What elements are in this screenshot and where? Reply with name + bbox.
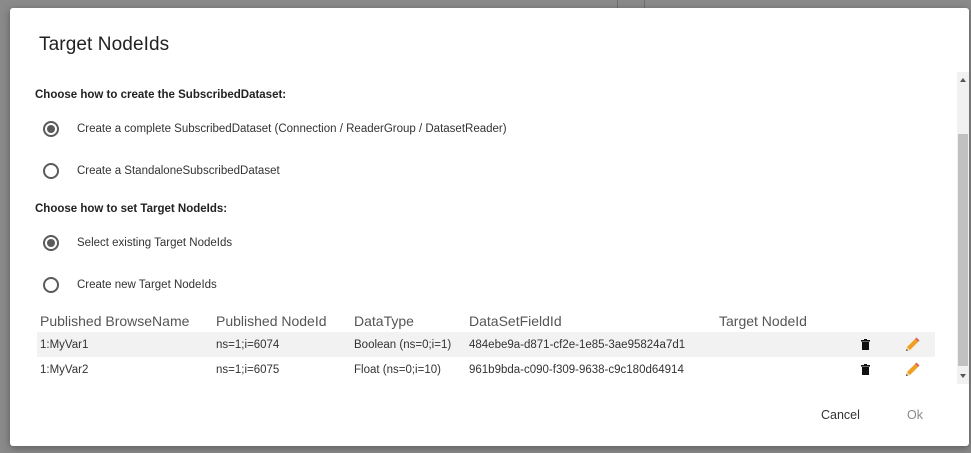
option-existing-nodeids-label: Select existing Target NodeIds <box>77 237 233 249</box>
ok-button[interactable]: Ok <box>907 408 923 422</box>
pencil-icon[interactable] <box>903 361 921 379</box>
cell-field-id: 961b9bda-c090-f309-9638-c9c180d64914 <box>469 363 684 376</box>
dialog-title: Target NodeIds <box>39 34 170 55</box>
option-complete-dataset-label: Create a complete SubscribedDataset (Con… <box>77 123 507 135</box>
cancel-button[interactable]: Cancel <box>821 408 860 422</box>
cell-node-id: ns=1;i=6075 <box>216 363 280 376</box>
create-dataset-section-label: Choose how to create the SubscribedDatas… <box>35 89 287 101</box>
cell-field-id: 484ebe9a-d871-cf2e-1e85-3ae95824a7d1 <box>469 338 686 351</box>
option-new-nodeids[interactable]: Create new Target NodeIds <box>43 275 217 295</box>
cell-data-type: Boolean (ns=0;i=1) <box>354 338 452 351</box>
scroll-up-arrow-icon[interactable] <box>960 78 966 82</box>
table-header: Published BrowseName Published NodeId Da… <box>37 310 935 332</box>
scroll-down-arrow-icon[interactable] <box>960 374 966 378</box>
option-existing-nodeids[interactable]: Select existing Target NodeIds <box>43 233 232 253</box>
cell-data-type: Float (ns=0;i=10) <box>354 363 441 376</box>
col-header-data-type: DataType <box>354 313 414 329</box>
radio-checked-icon[interactable] <box>43 121 59 137</box>
col-header-target-nodeid: Target NodeId <box>719 313 807 329</box>
radio-checked-icon[interactable] <box>43 235 59 251</box>
col-header-node-id: Published NodeId <box>216 313 327 329</box>
nodeids-table: Published BrowseName Published NodeId Da… <box>37 310 935 382</box>
vertical-scrollbar[interactable] <box>957 72 969 384</box>
cell-node-id: ns=1;i=6074 <box>216 338 280 351</box>
option-complete-dataset[interactable]: Create a complete SubscribedDataset (Con… <box>43 119 507 139</box>
option-standalone-dataset-label: Create a StandaloneSubscribedDataset <box>77 165 280 177</box>
radio-unchecked-icon[interactable] <box>43 163 59 179</box>
target-nodeids-section-label: Choose how to set Target NodeIds: <box>35 203 228 215</box>
target-nodeids-dialog: Target NodeIds Choose how to create the … <box>10 8 969 446</box>
option-new-nodeids-label: Create new Target NodeIds <box>77 279 217 291</box>
trash-icon[interactable] <box>857 336 875 354</box>
col-header-browse-name: Published BrowseName <box>40 313 190 329</box>
pencil-icon[interactable] <box>903 336 921 354</box>
option-standalone-dataset[interactable]: Create a StandaloneSubscribedDataset <box>43 161 280 181</box>
cell-browse-name: 1:MyVar1 <box>40 338 89 351</box>
cell-browse-name: 1:MyVar2 <box>40 363 89 376</box>
trash-icon[interactable] <box>857 361 875 379</box>
scrollbar-thumb[interactable] <box>958 134 968 366</box>
table-row[interactable]: 1:MyVar1 ns=1;i=6074 Boolean (ns=0;i=1) … <box>37 332 935 357</box>
radio-unchecked-icon[interactable] <box>43 277 59 293</box>
col-header-field-id: DataSetFieldId <box>469 313 562 329</box>
table-row[interactable]: 1:MyVar2 ns=1;i=6075 Float (ns=0;i=10) 9… <box>37 357 935 382</box>
